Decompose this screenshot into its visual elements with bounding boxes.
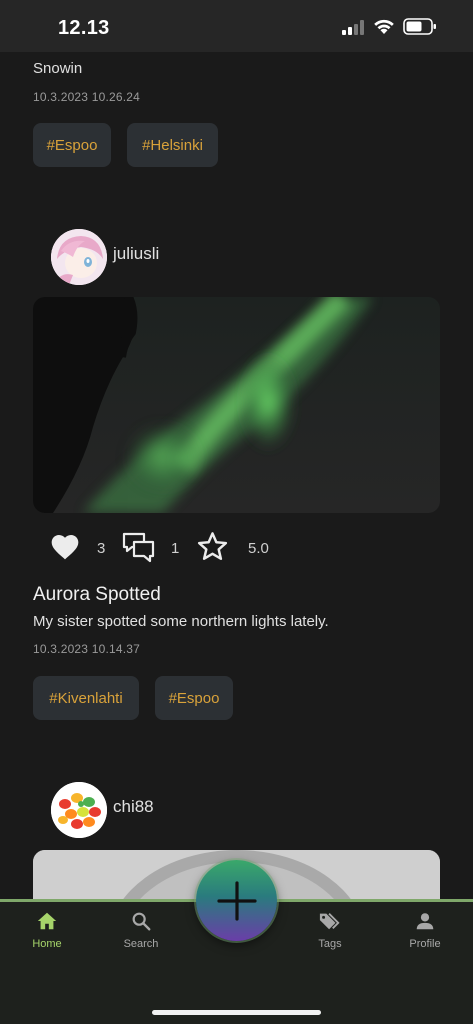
rating-button[interactable] — [196, 530, 229, 568]
tags-icon — [319, 913, 340, 930]
post-title: Aurora Spotted — [33, 584, 161, 605]
post-date: 10.3.2023 10.14.37 — [33, 642, 141, 656]
post-description: My sister spotted some northern lights l… — [33, 613, 329, 630]
star-icon — [197, 532, 228, 560]
username[interactable]: juliusli — [113, 244, 159, 264]
like-count: 3 — [97, 540, 106, 557]
status-time: 12.13 — [58, 17, 110, 39]
plus-icon — [216, 880, 257, 921]
status-bar: 12.13 — [0, 0, 473, 52]
post-text: Snowin — [33, 60, 83, 77]
tag-chip[interactable]: #Espoo — [155, 676, 233, 720]
post-date: 10.3.2023 10.26.24 — [33, 90, 141, 104]
nav-label-tags: Tags — [318, 938, 342, 950]
home-icon — [37, 912, 57, 930]
nav-item-profile[interactable]: Profile — [390, 910, 460, 950]
wifi-icon — [373, 19, 395, 40]
home-indicator — [152, 1010, 321, 1015]
profile-icon — [416, 913, 434, 930]
nav-item-tags[interactable]: Tags — [295, 910, 365, 950]
avatar[interactable] — [51, 229, 107, 285]
tag-chip[interactable]: #Espoo — [33, 123, 111, 167]
status-icons — [341, 18, 437, 40]
tag-chip[interactable]: #Kivenlahti — [33, 676, 139, 720]
like-button[interactable] — [49, 531, 81, 568]
search-icon — [132, 912, 151, 931]
heart-icon — [51, 535, 79, 560]
nav-item-search[interactable]: Search — [106, 910, 176, 950]
post-image[interactable] — [33, 297, 440, 513]
username[interactable]: chi88 — [113, 797, 154, 817]
comment-button[interactable] — [122, 530, 156, 569]
comment-count: 1 — [171, 540, 180, 557]
nav-label-search: Search — [123, 938, 159, 950]
nav-label-profile: Profile — [409, 938, 441, 950]
create-post-button[interactable] — [196, 860, 277, 941]
post-feed[interactable]: Snowin 10.3.2023 10.26.24 #Espoo #Helsin… — [0, 52, 473, 900]
nav-label-home: Home — [32, 938, 62, 950]
battery-icon — [403, 18, 437, 40]
rating-value: 5.0 — [248, 540, 269, 557]
tag-chip[interactable]: #Helsinki — [127, 123, 218, 167]
avatar[interactable] — [51, 782, 107, 838]
comments-icon — [122, 532, 155, 563]
signal-icon — [341, 19, 365, 40]
nav-item-home[interactable]: Home — [12, 910, 82, 950]
